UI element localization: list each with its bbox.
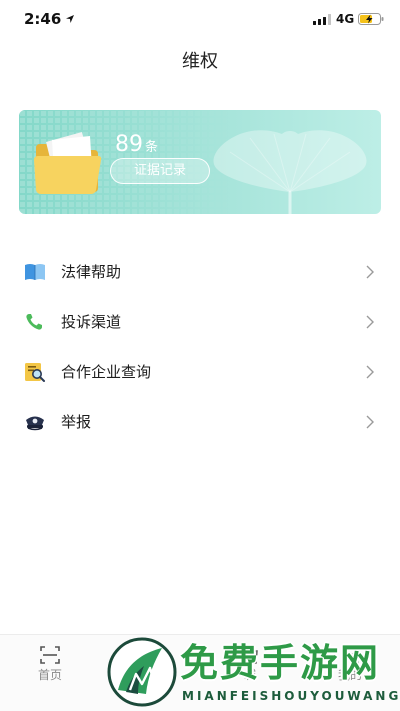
chevron-right-icon: [366, 265, 374, 279]
evidence-banner-card[interactable]: 89 条 证据记录: [19, 110, 381, 214]
book-icon: [25, 264, 45, 280]
menu-item-report[interactable]: 举报: [0, 397, 400, 447]
bottom-tab-bar: 首页 城 我的: [0, 634, 400, 711]
chevron-right-icon: [366, 415, 374, 429]
menu-item-label: 合作企业查询: [61, 363, 152, 381]
evidence-record-button[interactable]: 证据记录: [110, 158, 210, 184]
menu-item-complaint-channels[interactable]: 投诉渠道: [0, 297, 400, 347]
signal-icon: [313, 14, 331, 25]
tab-label: 城: [243, 668, 256, 682]
menu-item-partner-company-search[interactable]: 合作企业查询: [0, 347, 400, 397]
tab-mine[interactable]: 我的: [300, 635, 400, 711]
search-document-icon: [25, 363, 45, 382]
chevron-right-icon: [366, 315, 374, 329]
evidence-count: 89 条: [115, 132, 158, 161]
ginkgo-leaf-icon: [213, 130, 367, 214]
location-arrow-icon: [66, 15, 74, 23]
evidence-count-number: 89: [115, 132, 143, 157]
scan-icon: [40, 646, 60, 664]
battery-charging-icon: [358, 13, 384, 25]
police-cap-icon: [26, 416, 44, 431]
menu-item-label: 投诉渠道: [61, 313, 122, 331]
tab-mall[interactable]: 城: [200, 635, 300, 711]
folder-icon: [34, 132, 102, 194]
page-title: 维权: [182, 51, 218, 72]
status-bar: 2:46 4G: [0, 0, 400, 40]
chevron-right-icon: [366, 365, 374, 379]
status-time: 2:46: [24, 10, 62, 28]
evidence-count-unit: 条: [145, 140, 159, 155]
menu-item-legal-help[interactable]: 法律帮助: [0, 247, 400, 297]
phone-icon: [26, 314, 42, 330]
user-icon: [341, 646, 359, 665]
tab-2[interactable]: [100, 635, 200, 711]
menu-item-label: 法律帮助: [61, 263, 122, 281]
tab-label: 首页: [37, 668, 62, 682]
tab-home[interactable]: 首页: [0, 635, 100, 711]
mall-icon: [242, 646, 258, 664]
network-type: 4G: [336, 12, 355, 26]
menu-item-label: 举报: [61, 413, 92, 431]
menu-list: 法律帮助 投诉渠道 合作企业查询 举报: [0, 247, 400, 447]
tab-label: 我的: [337, 668, 362, 682]
